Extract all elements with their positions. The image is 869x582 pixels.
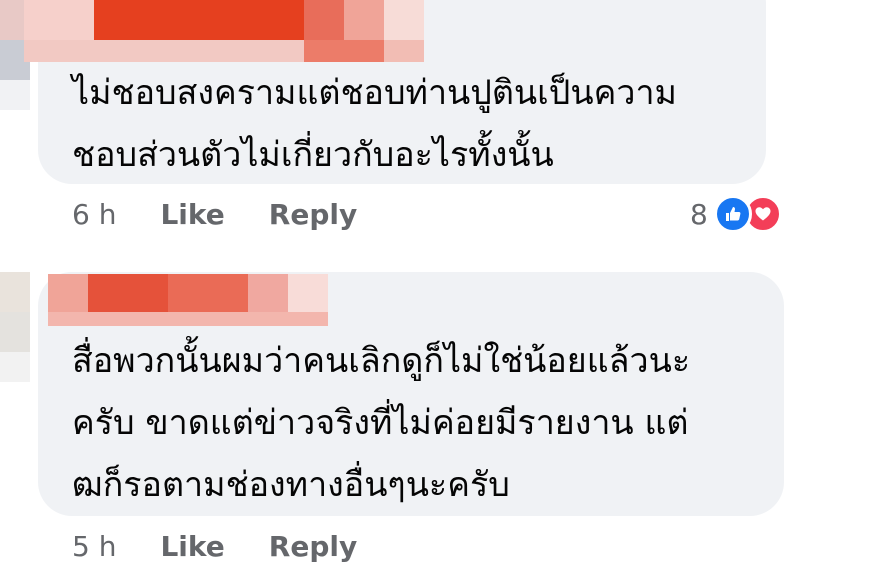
comment-text-line: ฒก็รอตามช่องทางอื่นๆนะครับ [72, 465, 510, 505]
comment-text-line: ชอบส่วนตัวไม่เกี่ยวกับอะไรทั้งนั้น [72, 135, 554, 175]
like-icon [713, 195, 752, 233]
comment-text-line: ไม่ชอบสงครามแต่ชอบท่านปูตินเป็นความ [72, 73, 677, 113]
author-name-redacted-2 [48, 312, 328, 326]
comment-bubble: ไม่ชอบสงครามแต่ชอบท่านปูตินเป็นความ ชอบส… [24, 0, 766, 186]
author-name-redacted[interactable] [48, 274, 328, 312]
comment-actions: 5 h Like Reply [72, 530, 357, 563]
timestamp[interactable]: 5 h [72, 530, 116, 563]
comment-text: สื่อพวกนั้นผมว่าคนเลิกดูก็ไม่ใช่น้อยแล้ว… [72, 330, 764, 516]
author-name-redacted[interactable] [24, 0, 424, 40]
comment-bubble: สื่อพวกนั้นผมว่าคนเลิกดูก็ไม่ใช่น้อยแล้ว… [38, 272, 784, 516]
comment-text: ไม่ชอบสงครามแต่ชอบท่านปูตินเป็นความ ชอบส… [72, 62, 746, 186]
comment-text-line: ครับ ขาดแต่ข่าวจริงที่ไม่ค่อยมีรายงาน แต… [72, 403, 689, 443]
timestamp[interactable]: 6 h [72, 198, 116, 231]
author-name-redacted-2 [24, 40, 424, 62]
reaction-summary[interactable]: 8 [690, 195, 782, 233]
reply-button[interactable]: Reply [269, 530, 357, 563]
reaction-count: 8 [690, 197, 708, 231]
like-button[interactable]: Like [160, 198, 224, 231]
comment-actions: 6 h Like Reply [72, 198, 357, 231]
avatar[interactable] [0, 272, 30, 382]
like-button[interactable]: Like [160, 530, 224, 563]
comment-text-line: สื่อพวกนั้นผมว่าคนเลิกดูก็ไม่ใช่น้อยแล้ว… [72, 341, 691, 381]
reply-button[interactable]: Reply [269, 198, 357, 231]
